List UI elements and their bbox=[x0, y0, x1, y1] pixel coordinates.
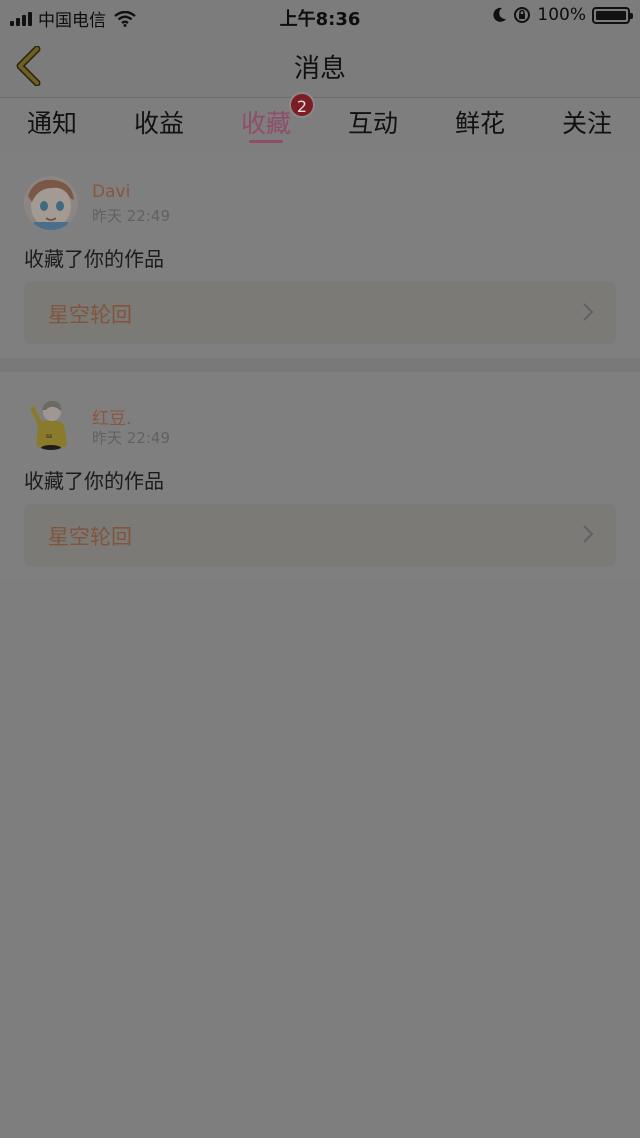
tab-earnings[interactable]: 收益 bbox=[119, 104, 199, 140]
status-bar: 中国电信 上午8:36 100% bbox=[0, 0, 640, 32]
work-title: 星空轮回 bbox=[48, 525, 132, 549]
page-title: 消息 bbox=[293, 54, 346, 84]
battery-percent: 100% bbox=[537, 5, 586, 25]
notification-card: ss 红豆. 昨天 22:49 收藏了你的作品 星空轮回 bbox=[0, 372, 640, 580]
card-separator bbox=[0, 358, 640, 372]
tab-notifications[interactable]: 通知 bbox=[12, 104, 92, 140]
notification-card: Davi 昨天 22:49 收藏了你的作品 星空轮回 bbox=[0, 152, 640, 358]
tab-badge: 2 bbox=[289, 92, 315, 118]
user-name[interactable]: Davi bbox=[92, 182, 130, 202]
chevron-right-icon bbox=[583, 303, 594, 321]
chevron-right-icon bbox=[583, 525, 594, 543]
tab-interactions[interactable]: 互动 bbox=[333, 104, 413, 140]
action-text: 收藏了你的作品 bbox=[24, 247, 164, 271]
user-name[interactable]: 红豆. bbox=[92, 404, 131, 429]
svg-text:ss: ss bbox=[46, 433, 52, 440]
avatar[interactable]: ss bbox=[24, 396, 78, 450]
work-link[interactable]: 星空轮回 bbox=[24, 504, 616, 566]
moon-icon bbox=[493, 7, 507, 22]
nav-bar: 消息 bbox=[0, 32, 640, 98]
tab-flowers[interactable]: 鲜花 bbox=[440, 104, 520, 140]
tab-following[interactable]: 关注 bbox=[547, 104, 627, 140]
battery-fill bbox=[596, 10, 626, 20]
status-right: 100% bbox=[493, 5, 633, 25]
rotation-lock-icon bbox=[514, 7, 531, 23]
timestamp: 昨天 22:49 bbox=[92, 207, 170, 225]
tab-bar: 通知 收益 收藏 互动 鲜花 关注 bbox=[0, 98, 640, 152]
action-text: 收藏了你的作品 bbox=[24, 469, 164, 493]
battery-icon bbox=[592, 6, 633, 24]
timestamp: 昨天 22:49 bbox=[92, 429, 170, 447]
avatar[interactable] bbox=[24, 176, 78, 230]
work-title: 星空轮回 bbox=[48, 303, 132, 327]
work-link[interactable]: 星空轮回 bbox=[24, 282, 616, 344]
active-tab-indicator bbox=[249, 140, 283, 143]
